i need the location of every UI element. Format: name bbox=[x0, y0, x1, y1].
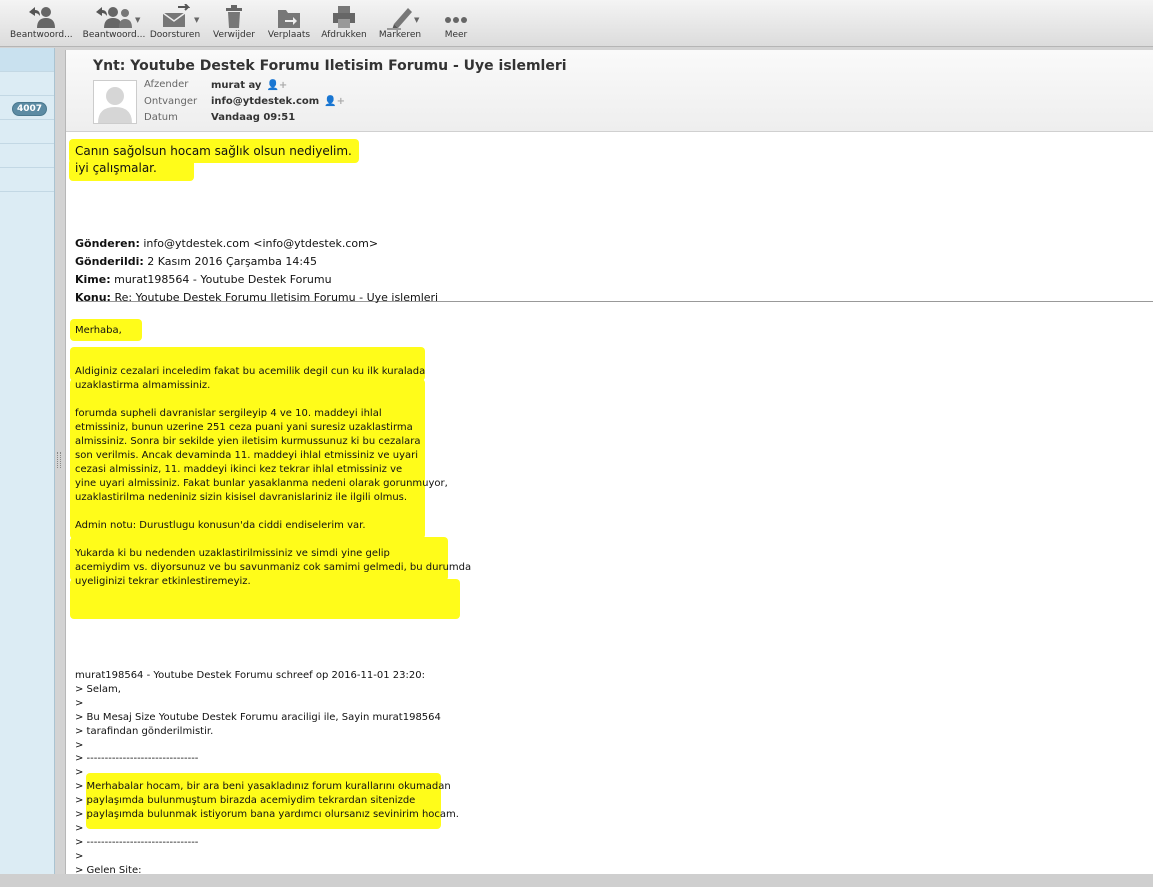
original-line: murat198564 - Youtube Destek Forumu schr… bbox=[75, 670, 425, 681]
original-line: > bbox=[75, 822, 84, 834]
quoted-line: yine uyari almissiniz. Fakat bunlar yasa… bbox=[75, 478, 448, 489]
add-contact-icon[interactable]: 👤+ bbox=[266, 80, 287, 91]
quoted-line: forumda supheli davranislar sergileyip 4… bbox=[75, 408, 382, 419]
unread-count-badge: 4007 bbox=[12, 102, 48, 116]
fwd-sent-line: Gönderildi: 2 Kasım 2016 Çarşamba 14:45 bbox=[75, 255, 317, 268]
reply-line: iyi çalışmalar. bbox=[75, 161, 157, 175]
to-address[interactable]: info@ytdestek.com bbox=[211, 96, 319, 107]
quoted-line: Yukarda ki bu nedenden uzaklastirilmissi… bbox=[75, 548, 390, 559]
quoted-line: etmissiniz, bunun uzerine 251 ceza puani… bbox=[75, 422, 413, 433]
quoted-line: Admin notu: Durustlugu konusun'da ciddi … bbox=[75, 520, 366, 531]
reply-label: Beantwoord... bbox=[10, 30, 73, 40]
trash-icon bbox=[226, 5, 242, 28]
folder-item[interactable] bbox=[0, 120, 54, 144]
original-line: > bbox=[75, 739, 84, 751]
fwd-subject-label: Konu: bbox=[75, 291, 111, 304]
fwd-from-label: Gönderen: bbox=[75, 237, 140, 250]
fwd-to-value: murat198564 - Youtube Destek Forumu bbox=[110, 273, 332, 286]
more-label: Meer bbox=[444, 30, 468, 40]
folder-item[interactable] bbox=[0, 48, 54, 72]
more-dots-icon bbox=[445, 17, 467, 23]
move-label: Verplaats bbox=[267, 30, 311, 40]
original-line: > ------------------------------- bbox=[75, 753, 199, 765]
mark-pen-icon bbox=[387, 8, 412, 30]
reply-all-label: Beantwoord... bbox=[82, 30, 146, 40]
to-value[interactable]: info@ytdestek.com 👤+ bbox=[211, 96, 345, 107]
quoted-line: uzaklastirma almamissiniz. bbox=[75, 380, 211, 391]
original-line: > Bu Mesaj Size Youtube Destek Forumu ar… bbox=[75, 711, 441, 723]
fwd-subject-value: Re: Youtube Destek Forumu Iletisim Forum… bbox=[110, 291, 439, 304]
quoted-line: Merhaba, bbox=[75, 325, 122, 336]
original-line: > tarafindan gönderilmistir. bbox=[75, 725, 214, 737]
date-value: Vandaag 09:51 bbox=[211, 112, 296, 123]
mark-button[interactable]: Markeren bbox=[375, 4, 425, 44]
message-view: Ynt: Youtube Destek Forumu Iletisim Foru… bbox=[65, 50, 1153, 874]
message-header: Ynt: Youtube Destek Forumu Iletisim Foru… bbox=[66, 50, 1153, 132]
reply-icon bbox=[29, 7, 55, 28]
original-line: > ------------------------------- bbox=[75, 836, 199, 848]
quoted-line: Aldiginiz cezalari inceledim fakat bu ac… bbox=[75, 366, 426, 377]
print-label: Afdrukken bbox=[321, 30, 367, 40]
delete-button[interactable]: Verwijder bbox=[210, 4, 258, 44]
original-line: > bbox=[75, 767, 84, 779]
quoted-line: uyeliginizi tekrar etkinlestiremeyiz. bbox=[75, 576, 251, 587]
quoted-line: son verilmis. Ancak devaminda 11. maddey… bbox=[75, 450, 419, 461]
mark-dropdown-caret[interactable]: ▼ bbox=[414, 16, 419, 24]
message-subject: Ynt: Youtube Destek Forumu Iletisim Foru… bbox=[93, 58, 567, 74]
forward-icon bbox=[162, 4, 190, 27]
fwd-sent-label: Gönderildi: bbox=[75, 255, 144, 268]
quoted-line: cezasi almissiniz, 11. maddeyi ikinci ke… bbox=[75, 464, 403, 475]
from-name[interactable]: murat ay bbox=[211, 80, 261, 91]
fwd-sent-value: 2 Kasım 2016 Çarşamba 14:45 bbox=[143, 255, 318, 268]
forward-button[interactable]: Doorsturen bbox=[149, 4, 201, 44]
quoted-line: acemiydim vs. diyorsunuz ve bu savunmani… bbox=[75, 562, 472, 573]
fwd-to-line: Kime: murat198564 - Youtube Destek Forum… bbox=[75, 273, 332, 286]
original-line: > Merhabalar hocam, bir ara beni yasakla… bbox=[75, 781, 451, 793]
fwd-from-value: info@ytdestek.com <info@ytdestek.com> bbox=[139, 237, 379, 250]
print-icon bbox=[333, 6, 355, 28]
add-contact-icon[interactable]: 👤+ bbox=[324, 96, 345, 107]
more-button[interactable]: Meer bbox=[437, 4, 475, 44]
quoted-line: almissiniz. Sonra bir sekilde yien ileti… bbox=[75, 436, 421, 447]
reply-all-icon bbox=[96, 7, 132, 28]
forward-label: Doorsturen bbox=[149, 30, 201, 40]
from-label: Afzender bbox=[144, 79, 189, 90]
original-line: > bbox=[75, 697, 84, 709]
original-line: > Selam, bbox=[75, 683, 121, 695]
fwd-subject-line: Konu: Re: Youtube Destek Forumu Iletisim… bbox=[75, 291, 438, 304]
delete-label: Verwijder bbox=[212, 30, 255, 40]
folder-item[interactable] bbox=[0, 72, 54, 96]
forward-dropdown-caret[interactable]: ▼ bbox=[194, 16, 199, 24]
fwd-to-label: Kime: bbox=[75, 273, 111, 286]
reply-all-button[interactable]: Beantwoord... bbox=[82, 4, 146, 44]
quoted-line: uzaklastirilma nedeniniz sizin kisisel d… bbox=[75, 492, 408, 503]
avatar bbox=[93, 80, 137, 124]
reply-button[interactable]: Beantwoord... bbox=[10, 4, 73, 44]
print-button[interactable]: Afdrukken bbox=[318, 4, 370, 44]
user-silhouette-icon bbox=[98, 87, 132, 123]
move-button[interactable]: Verplaats bbox=[265, 4, 313, 44]
original-line: > Gelen Site: bbox=[75, 864, 142, 874]
mark-label: Markeren bbox=[378, 30, 422, 40]
date-label: Datum bbox=[144, 112, 178, 123]
original-line: > bbox=[75, 850, 84, 862]
folder-list bbox=[0, 48, 55, 874]
original-line: > paylaşımda bulunmak istiyorum bana yar… bbox=[75, 809, 459, 820]
pane-resize-handle[interactable] bbox=[57, 452, 61, 468]
status-bar bbox=[0, 874, 1153, 887]
move-folder-icon bbox=[278, 10, 300, 28]
fwd-from-line: Gönderen: info@ytdestek.com <info@ytdest… bbox=[75, 237, 378, 250]
from-value[interactable]: murat ay 👤+ bbox=[211, 80, 287, 91]
reply-all-dropdown-caret[interactable]: ▼ bbox=[135, 16, 140, 24]
folder-item-inbox[interactable] bbox=[0, 144, 54, 168]
folder-item[interactable] bbox=[0, 168, 54, 192]
reply-line: Canın sağolsun hocam sağlık olsun nediye… bbox=[75, 144, 352, 158]
message-toolbar: Beantwoord... Beantwoord... ▼ Doorsturen… bbox=[0, 0, 1153, 47]
original-line: > paylaşımda bulunmuştum birazda acemiyd… bbox=[75, 795, 416, 807]
to-label: Ontvanger bbox=[144, 96, 198, 107]
